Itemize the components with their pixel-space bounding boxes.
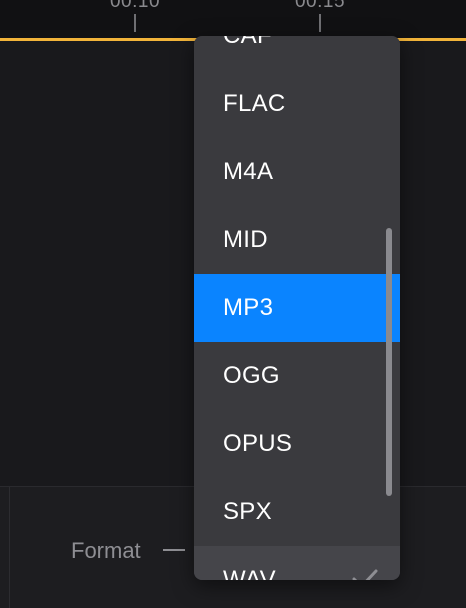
panel-divider xyxy=(9,487,10,608)
format-dash xyxy=(163,549,185,551)
format-option-mid[interactable]: MID xyxy=(194,206,400,274)
checkmark-icon xyxy=(352,569,378,580)
format-dropdown-menu[interactable]: CAF FLAC M4A MID MP3 OGG OPUS SPX WAV xyxy=(194,36,400,580)
format-label: Format xyxy=(71,538,141,563)
format-option-list: CAF FLAC M4A MID MP3 OGG OPUS SPX WAV xyxy=(194,36,400,580)
format-option-caf[interactable]: CAF xyxy=(194,36,400,70)
timeline-ruler[interactable]: 00:10 00:15 xyxy=(0,0,466,38)
format-option-wav[interactable]: WAV xyxy=(194,546,400,580)
timeline-tick xyxy=(319,14,321,32)
format-option-wav-label: WAV xyxy=(223,566,276,580)
timeline-tick xyxy=(134,14,136,32)
tick-label-0015: 00:15 xyxy=(294,0,346,12)
app-window: 00:10 00:15 Format CAF FLAC M4A MID MP3 … xyxy=(0,0,466,608)
format-option-m4a[interactable]: M4A xyxy=(194,138,400,206)
format-option-opus[interactable]: OPUS xyxy=(194,410,400,478)
format-option-spx[interactable]: SPX xyxy=(194,478,400,546)
tick-label-0010: 00:10 xyxy=(109,0,161,12)
format-option-mp3[interactable]: MP3 xyxy=(194,274,400,342)
format-option-ogg[interactable]: OGG xyxy=(194,342,400,410)
format-option-flac[interactable]: FLAC xyxy=(194,70,400,138)
dropdown-scrollbar[interactable] xyxy=(386,228,392,496)
